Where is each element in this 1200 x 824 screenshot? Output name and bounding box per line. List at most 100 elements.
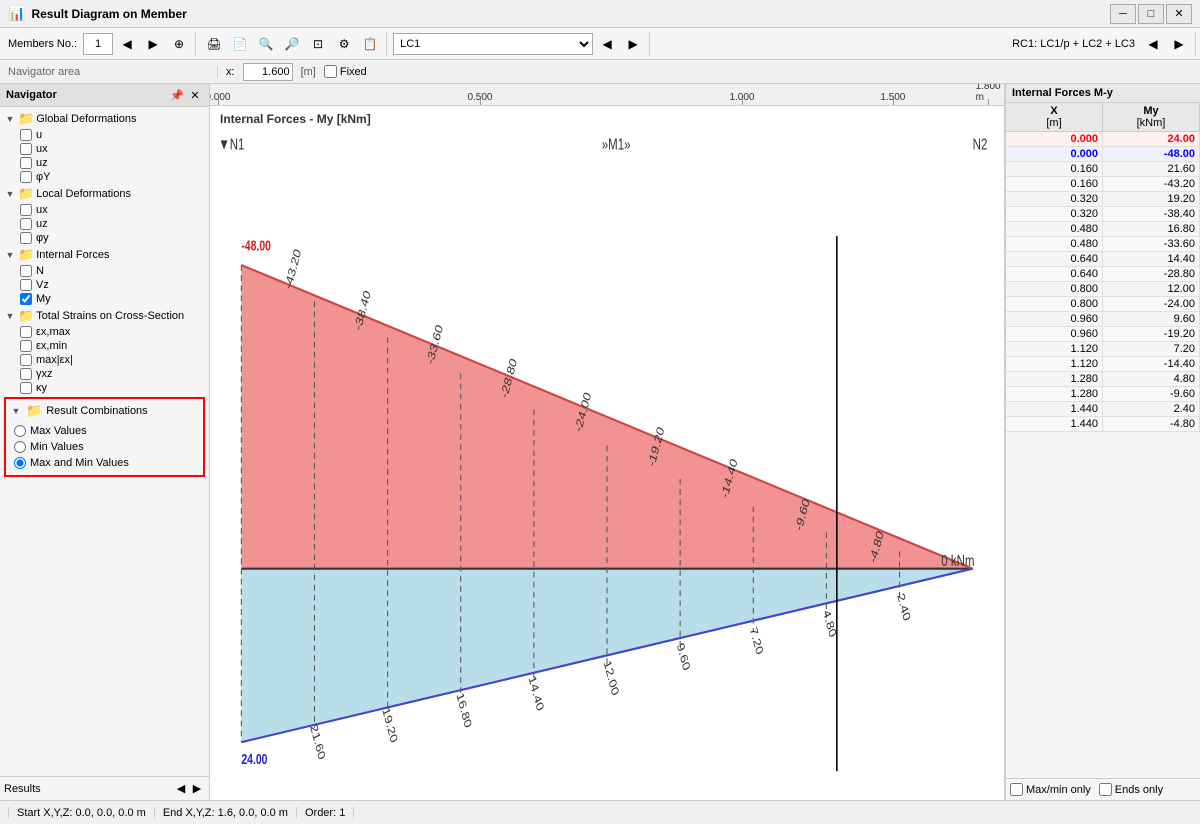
local-deformations-label: Local Deformations	[36, 188, 131, 200]
tree-item-ex-max[interactable]: εx,max	[18, 325, 207, 339]
folder-icon-local: 📁	[18, 186, 34, 202]
tree-group-header-strains[interactable]: ▼ 📁 Total Strains on Cross-Section	[2, 307, 207, 325]
ends-only-checkbox[interactable]: Ends only	[1099, 783, 1163, 796]
settings-button[interactable]: ⚙	[332, 32, 356, 56]
radio-max-min-values[interactable]: Max and Min Values	[10, 455, 199, 471]
cell-my: -19.20	[1103, 327, 1200, 341]
result-combinations-header[interactable]: ▼ 📁 Result Combinations	[10, 403, 199, 419]
tree-item-My[interactable]: My	[18, 292, 207, 306]
fixed-checkbox-label[interactable]: Fixed	[324, 65, 367, 78]
radio-max-values[interactable]: Max Values	[10, 423, 199, 439]
cell-my: -33.60	[1103, 237, 1200, 251]
zoom-in-button[interactable]: 🔍	[254, 32, 278, 56]
chart-svg: ▼N1 »M1» N2	[210, 106, 1004, 800]
tree-item-u[interactable]: u	[18, 128, 207, 142]
fixed-checkbox[interactable]	[324, 65, 337, 78]
prev-member-button[interactable]: ◀	[115, 32, 139, 56]
tree-group-header-internal[interactable]: ▼ 📁 Internal Forces	[2, 246, 207, 264]
results-label: Results	[4, 783, 173, 795]
tree-item-Vz[interactable]: Vz	[18, 278, 207, 292]
val-4-8-min: 4.80	[821, 608, 839, 640]
members-label: Members No.:	[8, 38, 77, 50]
next-member-button[interactable]: ▶	[141, 32, 165, 56]
radio-min-values[interactable]: Min Values	[10, 439, 199, 455]
tree-item-uz[interactable]: uz	[18, 156, 207, 170]
local-deformations-children: ux uz φy	[2, 203, 207, 245]
cell-my: 14.40	[1103, 252, 1200, 266]
cell-x: 0.480	[1006, 222, 1103, 236]
col-x-header: X[m]	[1006, 103, 1103, 131]
tree-group-header-local[interactable]: ▼ 📁 Local Deformations	[2, 185, 207, 203]
members-input[interactable]	[83, 33, 113, 55]
tree-item-ux[interactable]: ux	[18, 142, 207, 156]
ruler-mark-0: 0.000	[210, 92, 230, 103]
node-m1-label: »M1»	[602, 134, 631, 152]
cell-my: 19.20	[1103, 192, 1200, 206]
cell-x: 0.320	[1006, 192, 1103, 206]
navigator-close-button[interactable]: ✕	[187, 87, 203, 103]
table-button[interactable]: 📋	[358, 32, 382, 56]
cell-my: -24.00	[1103, 297, 1200, 311]
internal-forces-children: N Vz My	[2, 264, 207, 306]
table-row: 0.160 21.60	[1006, 162, 1200, 177]
table-row: 0.640 -28.80	[1006, 267, 1200, 282]
rc-label: RC1: LC1/p + LC2 + LC3	[1008, 38, 1139, 50]
maximize-button[interactable]: □	[1138, 4, 1164, 24]
table-row: 0.960 -19.20	[1006, 327, 1200, 342]
fit-button[interactable]: ⊡	[306, 32, 330, 56]
cell-x: 0.000	[1006, 132, 1103, 146]
node-n1-label: ▼N1	[218, 134, 244, 152]
tree-item-local-ux[interactable]: ux	[18, 203, 207, 217]
app-icon: 📊	[8, 5, 25, 22]
cell-my: 16.80	[1103, 222, 1200, 236]
chart-ruler: 0.000 0.500 1.000 1.500 1.800 m	[210, 84, 1004, 106]
x-coord-input[interactable]	[243, 63, 293, 81]
tree-item-local-phiy[interactable]: φy	[18, 231, 207, 245]
tree-item-kappa-y[interactable]: κy	[18, 381, 207, 395]
zoom-out-button[interactable]: 🔎	[280, 32, 304, 56]
tree-item-max-ex[interactable]: max|εx|	[18, 353, 207, 367]
close-button[interactable]: ✕	[1166, 4, 1192, 24]
result-combinations-label: Result Combinations	[46, 405, 148, 417]
ruler-tick-4	[988, 99, 989, 105]
x-coord-spacer: Navigator area	[8, 66, 218, 78]
tree-item-phiy[interactable]: φY	[18, 170, 207, 184]
table-row: 0.960 9.60	[1006, 312, 1200, 327]
export-button[interactable]: 📄	[228, 32, 252, 56]
title-bar: 📊 Result Diagram on Member ─ □ ✕	[0, 0, 1200, 28]
cell-x: 1.280	[1006, 387, 1103, 401]
table-row: 0.800 -24.00	[1006, 297, 1200, 312]
tree-item-ex-min[interactable]: εx,min	[18, 339, 207, 353]
result-combinations-box: ▼ 📁 Result Combinations Max Values Min V…	[4, 397, 205, 477]
nav-next-button[interactable]: ▶	[189, 781, 205, 797]
cell-x: 0.800	[1006, 297, 1103, 311]
tree-group-header-global[interactable]: ▼ 📁 Global Deformations	[2, 110, 207, 128]
navigator-pin-button[interactable]: 📌	[169, 87, 185, 103]
chart-canvas: Internal Forces - My [kNm] ▼N1 »M1» N2	[210, 106, 1004, 800]
rc-next[interactable]: ▶	[1167, 32, 1191, 56]
lc-select[interactable]: LC1	[393, 33, 593, 55]
max-min-only-checkbox[interactable]: Max/min only	[1010, 783, 1091, 796]
tree-item-local-uz[interactable]: uz	[18, 217, 207, 231]
folder-icon-internal: 📁	[18, 247, 34, 263]
tree-item-N[interactable]: N	[18, 264, 207, 278]
member-action-button[interactable]: ⊕	[167, 32, 191, 56]
print-button[interactable]: 🖨	[202, 32, 226, 56]
minimize-button[interactable]: ─	[1110, 4, 1136, 24]
table-row: 1.280 4.80	[1006, 372, 1200, 387]
lc-next[interactable]: ▶	[621, 32, 645, 56]
view-group: 🖨 📄 🔍 🔎 ⊡ ⚙ 📋	[198, 32, 387, 56]
table-row: 1.440 -4.80	[1006, 417, 1200, 432]
expand-icon-strains: ▼	[4, 310, 16, 322]
cell-my: -4.80	[1103, 417, 1200, 431]
table-row: 0.160 -43.20	[1006, 177, 1200, 192]
cell-my: -9.60	[1103, 387, 1200, 401]
table-row: 0.000 24.00	[1006, 132, 1200, 147]
tree-item-gamma-xz[interactable]: γxz	[18, 367, 207, 381]
zero-label: 0 kNm	[941, 551, 974, 569]
val-9-6-min: 9.60	[674, 641, 692, 673]
ruler-tick-0	[218, 99, 219, 105]
lc-prev[interactable]: ◀	[595, 32, 619, 56]
rc-prev[interactable]: ◀	[1141, 32, 1165, 56]
nav-prev-button[interactable]: ◀	[173, 781, 189, 797]
